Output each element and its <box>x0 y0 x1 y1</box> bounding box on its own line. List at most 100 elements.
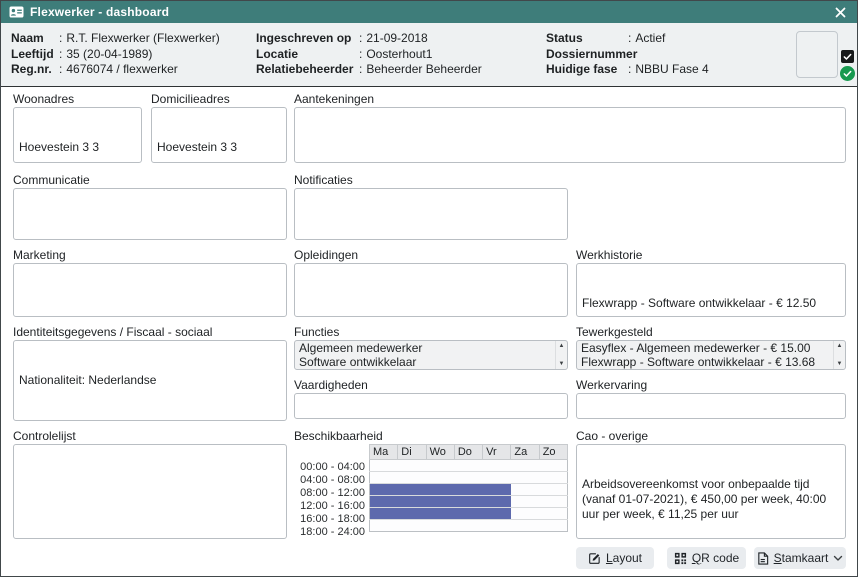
field-label: Naam <box>11 31 59 47</box>
werkhistorie-box[interactable]: Flexwrapp - Software ontwikkelaar - € 12… <box>576 263 846 317</box>
tewerkgesteld-listbox[interactable]: Easyflex - Algemeen medewerker - € 15.00… <box>576 340 846 370</box>
availability-grid[interactable]: MaDiWoDoVrZaZo <box>369 444 568 532</box>
availability-cell <box>511 484 539 496</box>
field-value: NBBU Fase 4 <box>635 62 708 78</box>
availability-cell <box>426 508 454 520</box>
availability-cell <box>370 472 398 484</box>
availability-cell <box>483 472 511 484</box>
stamkaart-button-label: Stamkaart <box>774 551 829 565</box>
qr-code-button-label: QR code <box>692 551 739 565</box>
availability-day-header: Wo <box>426 445 454 460</box>
availability-cell <box>454 484 482 496</box>
functies-listbox[interactable]: Algemeen medewerkerSoftware ontwikkelaar… <box>294 340 568 370</box>
marketing-box[interactable] <box>13 263 287 317</box>
availability-cell <box>483 460 511 472</box>
section-label-opleidingen: Opleidingen <box>294 248 358 262</box>
address-line: Hoevestein 3 3 <box>19 140 136 155</box>
domicilieadres-box[interactable]: Hoevestein 3 3 4903 SE Oosterhout Nb <box>151 107 287 163</box>
notificaties-box[interactable] <box>294 188 568 240</box>
woonadres-box[interactable]: Hoevestein 3 3 4903 SE Oosterhout Nb <box>13 107 142 163</box>
stamkaart-button[interactable]: Stamkaart <box>754 547 846 569</box>
availability-time-label: 08:00 - 12:00 <box>281 487 365 500</box>
availability-day-header: Di <box>398 445 426 460</box>
layout-button[interactable]: Layout <box>576 547 654 569</box>
qr-code-icon <box>674 552 687 565</box>
checkbox-checked-icon[interactable] <box>841 50 854 63</box>
listbox-item[interactable]: Software ontwikkelaar <box>295 355 555 369</box>
availability-cell <box>539 508 567 520</box>
availability-cell <box>426 484 454 496</box>
vaardigheden-box[interactable] <box>294 393 568 419</box>
field-label: Status <box>546 31 628 47</box>
werkervaring-box[interactable] <box>576 393 846 419</box>
availability-day-header: Za <box>511 445 539 460</box>
section-label-cao-overige: Cao - overige <box>576 429 648 443</box>
availability-day-header: Zo <box>539 445 567 460</box>
availability-time-label: 16:00 - 18:00 <box>281 513 365 526</box>
availability-cell <box>398 520 426 532</box>
titlebar: Flexwerker - dashboard <box>1 1 857 23</box>
id-card-icon <box>9 6 24 18</box>
availability-cell <box>483 496 511 508</box>
field-label: Relatiebeheerder <box>256 62 359 78</box>
availability-time-label: 04:00 - 08:00 <box>281 474 365 487</box>
chevron-down-icon <box>833 555 843 562</box>
availability-cell <box>454 472 482 484</box>
field-value: R.T. Flexwerker (Flexwerker) <box>66 31 219 47</box>
field-label: Dossiernummer <box>546 47 628 63</box>
availability-day-header: Do <box>454 445 482 460</box>
availability-day-header: Vr <box>483 445 511 460</box>
availability-cell <box>511 472 539 484</box>
field-label: Ingeschreven op <box>256 31 359 47</box>
header-column-3: Status:Actief Dossiernummer: Huidige fas… <box>546 31 709 78</box>
availability-time-column: 00:00 - 04:0004:00 - 08:0008:00 - 12:001… <box>281 461 365 539</box>
header-column-2: Ingeschreven op:21-09-2018 Locatie:Ooste… <box>256 31 482 78</box>
listbox-item[interactable]: Flexwrapp - Software ontwikkelaar - € 13… <box>577 355 833 369</box>
document-icon <box>757 552 769 565</box>
availability-cell <box>539 472 567 484</box>
availability-cell <box>539 520 567 532</box>
availability-cell <box>370 460 398 472</box>
listbox-scrollbar[interactable]: ▲ ▼ <box>555 341 567 369</box>
scroll-down-icon[interactable]: ▼ <box>559 361 565 367</box>
cao-overige-box[interactable]: Arbeidsovereenkomst voor onbepaalde tijd… <box>576 444 846 539</box>
window-title: Flexwerker - dashboard <box>30 5 169 19</box>
flexwerker-dashboard-window: Flexwerker - dashboard Naam:R.T. Flexwer… <box>0 0 858 577</box>
availability-cell <box>398 484 426 496</box>
availability-cell <box>539 460 567 472</box>
cao-line: Arbeidsovereenkomst voor onbepaalde tijd… <box>582 477 840 522</box>
availability-cell <box>539 484 567 496</box>
availability-time-label: 12:00 - 16:00 <box>281 500 365 513</box>
listbox-scrollbar[interactable]: ▲ ▼ <box>833 341 845 369</box>
availability-cell <box>483 520 511 532</box>
scroll-up-icon[interactable]: ▲ <box>559 343 565 349</box>
listbox-item[interactable]: Algemeen medewerker <box>295 341 555 355</box>
photo-placeholder[interactable] <box>796 31 838 78</box>
section-label-domicilieadres: Domicilieadres <box>151 92 230 106</box>
scroll-down-icon[interactable]: ▼ <box>837 361 843 367</box>
availability-cell <box>454 520 482 532</box>
availability-cell <box>398 496 426 508</box>
field-value: 21-09-2018 <box>366 31 427 47</box>
close-icon[interactable] <box>831 1 849 23</box>
section-label-werkhistorie: Werkhistorie <box>576 248 642 262</box>
identiteitsgegevens-box[interactable]: Nationaliteit: Nederlandse Gemeentelijke… <box>13 340 287 421</box>
field-label: Reg.nr. <box>11 62 59 78</box>
green-check-icon <box>840 66 855 81</box>
section-label-controlelijst: Controlelijst <box>13 429 76 443</box>
qr-code-button[interactable]: QR code <box>667 547 746 569</box>
opleidingen-box[interactable] <box>294 263 568 317</box>
section-label-communicatie: Communicatie <box>13 173 90 187</box>
field-value: 4676074 / flexwerker <box>66 62 177 78</box>
availability-cell <box>539 496 567 508</box>
section-label-tewerkgesteld: Tewerkgesteld <box>576 325 653 339</box>
section-label-identiteitsgegevens: Identiteitsgegevens / Fiscaal - sociaal <box>13 325 212 339</box>
header-column-1: Naam:R.T. Flexwerker (Flexwerker) Leefti… <box>11 31 220 78</box>
availability-cell <box>483 508 511 520</box>
field-value: Actief <box>635 31 665 47</box>
controlelijst-box[interactable] <box>13 444 287 539</box>
scroll-up-icon[interactable]: ▲ <box>837 343 843 349</box>
aantekeningen-box[interactable] <box>294 107 846 163</box>
communicatie-box[interactable] <box>13 188 287 240</box>
listbox-item[interactable]: Easyflex - Algemeen medewerker - € 15.00 <box>577 341 833 355</box>
